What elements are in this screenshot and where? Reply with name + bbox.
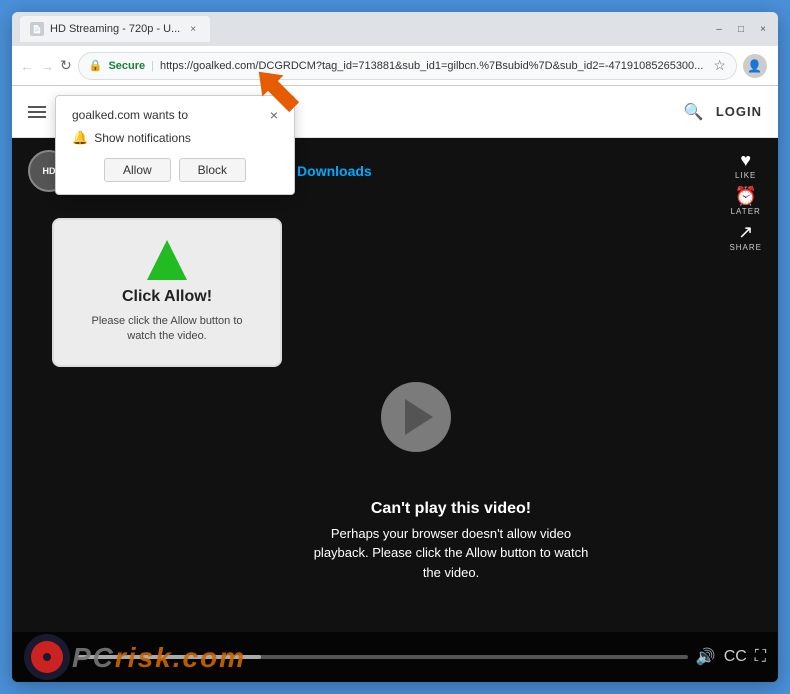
refresh-icon: ↻ (60, 57, 72, 74)
logo-circle (31, 641, 63, 673)
like-btn[interactable]: ♥ LIKE (735, 150, 756, 180)
share-label: SHARE (729, 243, 762, 252)
hamburger-line-1 (28, 106, 46, 108)
heart-icon: ♥ (740, 150, 751, 171)
hamburger-line-3 (28, 116, 46, 118)
minimize-btn[interactable]: – (712, 22, 726, 36)
pcrisk-logo (24, 634, 70, 680)
allow-button[interactable]: Allow (104, 158, 171, 182)
click-allow-desc: Please click the Allow button to watch t… (78, 314, 256, 345)
video-area: HD HD Streaming - 720p - Unlimited Downl… (12, 138, 778, 682)
account-silhouette: 👤 (747, 59, 762, 73)
share-btn[interactable]: ↗ SHARE (729, 222, 762, 252)
tab-close-btn[interactable]: × (186, 22, 200, 36)
captions-icon[interactable]: CC (724, 648, 747, 666)
volume-icon[interactable]: 🔊 (696, 647, 716, 667)
cant-play-message: Can't play this video! Perhaps your brow… (311, 500, 591, 583)
bottom-controls: 🔊 CC ⛶ (696, 647, 766, 667)
hd-label: HD (43, 166, 56, 176)
green-arrow-up (147, 240, 187, 280)
forward-icon: → (40, 58, 54, 74)
orange-arrow-svg (245, 58, 315, 128)
popup-buttons: Allow Block (72, 158, 278, 182)
bell-icon: 🔔 (72, 130, 88, 146)
tab-title: HD Streaming - 720p - U... (50, 23, 180, 35)
back-icon: ← (20, 58, 34, 74)
more-menu-btn[interactable]: ⋮ (775, 54, 778, 78)
browser-tab[interactable]: 📄 HD Streaming - 720p - U... × (20, 16, 210, 42)
watermark-suffix: risk.com (115, 642, 246, 673)
site-header-left (28, 100, 52, 124)
secure-label: Secure (108, 60, 145, 72)
logo-dot (43, 653, 51, 661)
click-allow-box: Click Allow! Please click the Allow butt… (52, 218, 282, 367)
toolbar-right: 👤 ⋮ (743, 54, 778, 78)
video-bottom-bar: 🔊 CC ⛶ PCrisk.com (12, 632, 778, 682)
play-circle[interactable] (381, 382, 451, 452)
later-btn[interactable]: ⏰ LATER (731, 186, 761, 216)
popup-notification-row: 🔔 Show notifications (72, 130, 278, 146)
login-button[interactable]: LOGIN (716, 104, 762, 119)
lock-icon: 🔒 (89, 59, 103, 72)
like-label: LIKE (735, 171, 756, 180)
watermark-prefix: PC (72, 642, 115, 673)
account-icon[interactable]: 👤 (743, 54, 767, 78)
clock-icon: ⏰ (735, 186, 757, 207)
forward-btn[interactable]: → (40, 54, 54, 78)
share-icon: ↗ (738, 222, 753, 243)
back-btn[interactable]: ← (20, 54, 34, 78)
cant-play-title: Can't play this video! (311, 500, 591, 518)
title-bar: 📄 HD Streaming - 720p - U... × – □ × (12, 12, 778, 46)
url-text: https://goalked.com/DCGRDCM?tag_id=71388… (160, 60, 703, 72)
notification-label: Show notifications (94, 131, 191, 145)
hamburger-menu-btn[interactable] (28, 100, 52, 124)
site-search-btn[interactable]: 🔍 (680, 98, 708, 126)
video-actions: ♥ LIKE ⏰ LATER ↗ SHARE (729, 150, 762, 252)
hamburger-line-2 (28, 111, 46, 113)
click-allow-title: Click Allow! (78, 288, 256, 306)
tab-area: 📄 HD Streaming - 720p - U... × (20, 16, 712, 42)
popup-title: goalked.com wants to (72, 108, 188, 122)
orange-arrow-indicator (245, 58, 315, 128)
site-header-right: 🔍 LOGIN (680, 98, 762, 126)
url-separator: | (151, 60, 154, 72)
play-triangle-icon (405, 399, 433, 435)
fullscreen-icon[interactable]: ⛶ (755, 648, 766, 666)
watermark: PCrisk.com (72, 642, 246, 674)
bookmark-icon[interactable]: ☆ (713, 57, 726, 74)
window-controls: – □ × (712, 22, 770, 36)
play-button-area[interactable] (381, 382, 451, 452)
block-button[interactable]: Block (179, 158, 246, 182)
content-area: HD HD Streaming - 720p - Unlimited Downl… (12, 138, 778, 682)
tab-favicon: 📄 (30, 22, 44, 36)
refresh-btn[interactable]: ↻ (60, 54, 72, 78)
address-bar: ← → ↻ 🔒 Secure | https://goalked.com/DCG… (12, 46, 778, 86)
maximize-btn[interactable]: □ (734, 22, 748, 36)
later-label: LATER (731, 207, 761, 216)
url-bar[interactable]: 🔒 Secure | https://goalked.com/DCGRDCM?t… (78, 52, 737, 80)
close-btn[interactable]: × (756, 22, 770, 36)
cant-play-desc: Perhaps your browser doesn't allow video… (311, 524, 591, 583)
